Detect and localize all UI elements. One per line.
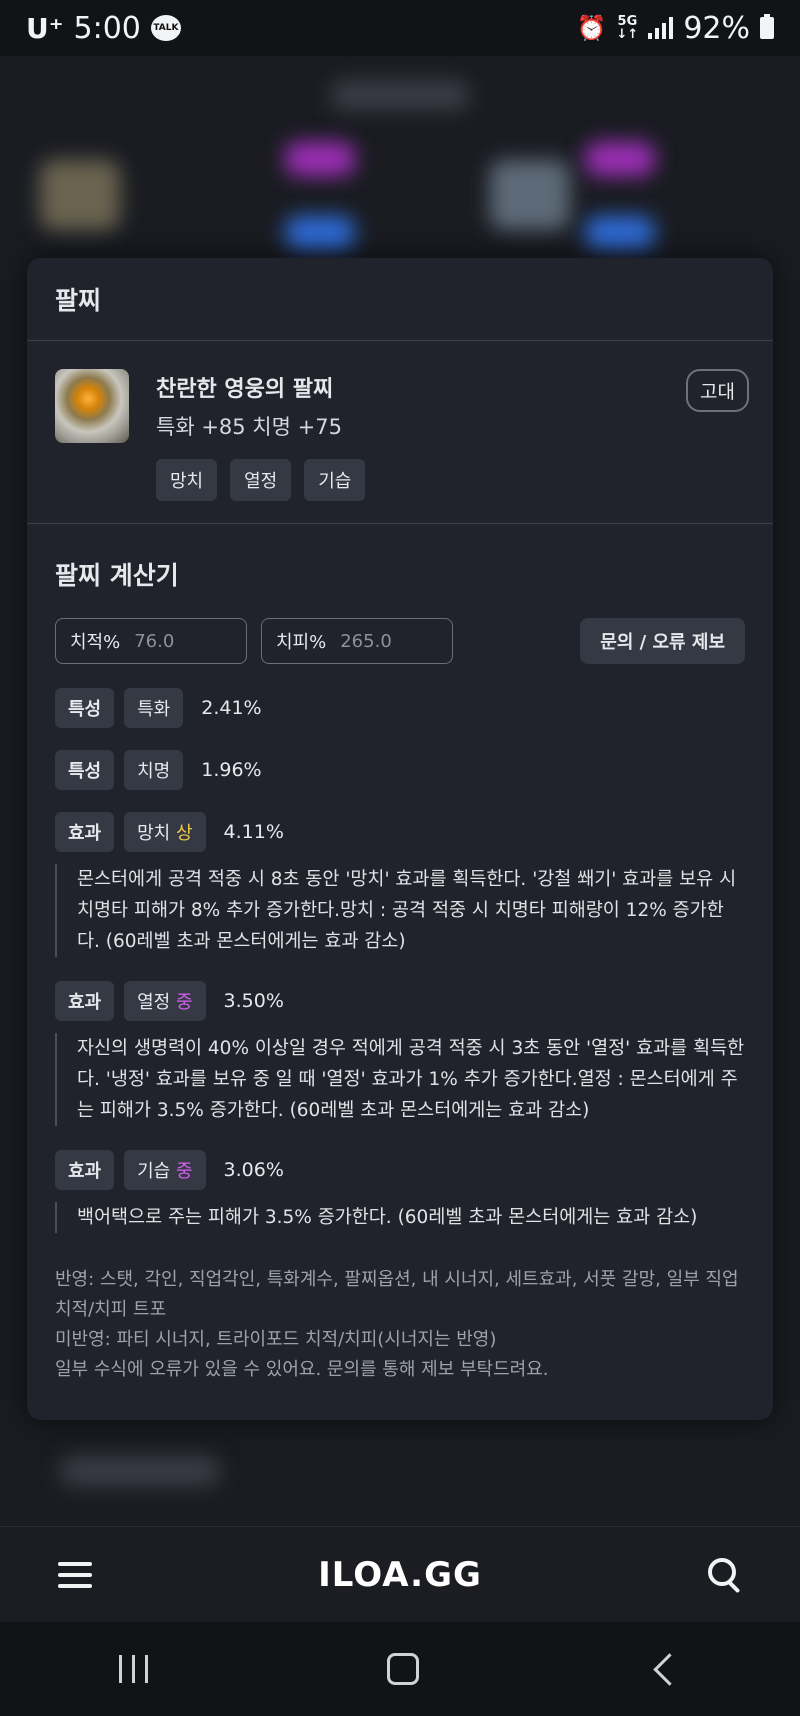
search-icon[interactable] xyxy=(708,1557,742,1593)
stat-row-crit: 특성 치명 1.96% xyxy=(55,750,745,790)
battery-percent: 92% xyxy=(683,10,750,46)
effect-description: 몬스터에게 공격 적중 시 8초 동안 '망치' 효과를 획득한다. '강철 쐐… xyxy=(55,864,745,957)
effect-row-passion: 효과 열정 중 3.50% xyxy=(55,981,745,1021)
row-kind: 특성 xyxy=(55,750,115,790)
app-bottom-bar: ILOA.GG xyxy=(0,1526,800,1622)
grade-mid: 중 xyxy=(175,992,193,1013)
blurred-title xyxy=(330,80,470,110)
item-name: 찬란한 영웅의 팔찌 xyxy=(156,377,334,402)
effect-chips: 망치 열정 기습 xyxy=(156,459,366,501)
blurred-badge xyxy=(285,216,355,250)
row-kind: 효과 xyxy=(55,1150,115,1190)
blurred-badge xyxy=(585,216,655,250)
modal-title: 팔찌 xyxy=(27,258,773,341)
home-icon[interactable] xyxy=(386,1653,419,1685)
item-summary: 찬란한 영웅의 팔찌 특화 +85 치명 +75 고대 망치 열정 기습 xyxy=(27,341,773,524)
crit-rate-label: 치적% xyxy=(70,632,121,653)
report-button[interactable]: 문의 / 오류 제보 xyxy=(580,618,745,664)
effect-chip: 열정 xyxy=(230,459,292,501)
android-nav-bar xyxy=(0,1622,800,1716)
row-name: 특화 xyxy=(124,688,184,728)
note-line: 미반영: 파티 시너지, 트라이포드 치적/치피(시너지는 반영) xyxy=(55,1329,497,1350)
effect-chip: 기습 xyxy=(304,459,366,501)
hamburger-menu-icon[interactable] xyxy=(58,1561,92,1588)
item-stats: 특화 +85 치명 +75 xyxy=(156,415,342,439)
row-name-with-grade: 망치 상 xyxy=(124,812,206,852)
calculator-title: 팔찌 계산기 xyxy=(55,561,179,590)
network-5g-icon: 5G ↓↑ xyxy=(617,15,639,41)
recent-apps-icon[interactable] xyxy=(119,1655,149,1683)
bracelet-modal: 팔찌 찬란한 영웅의 팔찌 특화 +85 치명 +75 고대 망치 열정 기습 … xyxy=(27,258,773,1420)
row-kind: 특성 xyxy=(55,688,115,728)
site-logo[interactable]: ILOA.GG xyxy=(318,1555,482,1595)
note-line: 일부 수식에 오류가 있을 수 있어요. 문의를 통해 제보 부탁드려요. xyxy=(55,1359,549,1380)
grade-mid: 중 xyxy=(175,1161,193,1182)
row-percent: 1.96% xyxy=(201,759,262,781)
effect-row-hammer: 효과 망치 상 4.11% xyxy=(55,812,745,852)
blurred-badge xyxy=(285,142,355,176)
row-name: 망치 xyxy=(137,823,171,844)
blurred-item-image xyxy=(490,160,570,230)
blurred-item-image xyxy=(40,160,120,230)
calculator-notes: 반영: 스탯, 각인, 직업각인, 특화계수, 팔찌옵션, 내 시너지, 세트효… xyxy=(55,1265,745,1385)
effect-row-ambush: 효과 기습 중 3.06% xyxy=(55,1150,745,1190)
row-name: 기습 xyxy=(137,1161,171,1182)
effect-description: 자신의 생명력이 40% 이상일 경우 적에게 공격 적중 시 3초 동안 '열… xyxy=(55,1033,745,1126)
network-arrows: ↓↑ xyxy=(616,27,639,42)
blurred-badge xyxy=(585,142,655,176)
clock: 5:00 xyxy=(73,10,141,46)
effect-chip: 망치 xyxy=(156,459,218,501)
signal-icon xyxy=(648,17,674,39)
crit-damage-value[interactable]: 265.0 xyxy=(340,631,392,652)
effect-description: 백어택으로 주는 피해가 3.5% 증가한다. (60레벨 초과 몬스터에게는 … xyxy=(55,1202,745,1233)
calculator-inputs: 치적% 76.0 치피% 265.0 문의 / 오류 제보 xyxy=(55,618,745,664)
blurred-text xyxy=(60,1456,220,1486)
grade-badge: 고대 xyxy=(686,369,749,412)
back-icon[interactable] xyxy=(652,1652,686,1686)
row-percent: 4.11% xyxy=(223,821,284,843)
crit-rate-value[interactable]: 76.0 xyxy=(134,631,174,652)
battery-icon xyxy=(760,14,774,39)
row-name: 치명 xyxy=(124,750,184,790)
crit-rate-input[interactable]: 치적% 76.0 xyxy=(55,618,247,664)
kakaotalk-icon: TALK xyxy=(150,15,181,41)
row-percent: 2.41% xyxy=(201,697,262,719)
note-line: 반영: 스탯, 각인, 직업각인, 특화계수, 팔찌옵션, 내 시너지, 세트효… xyxy=(55,1269,739,1320)
alarm-icon: ⏰ xyxy=(576,14,607,42)
bracelet-image xyxy=(55,369,129,443)
row-name: 열정 xyxy=(137,992,171,1013)
row-kind: 효과 xyxy=(55,812,115,852)
bracelet-calculator: 팔찌 계산기 치적% 76.0 치피% 265.0 문의 / 오류 제보 특성 … xyxy=(27,556,773,1385)
stat-row-specialization: 특성 특화 2.41% xyxy=(55,688,745,728)
carrier-label: U⁺ xyxy=(26,11,64,45)
row-percent: 3.50% xyxy=(223,990,284,1012)
grade-high: 상 xyxy=(175,823,193,844)
row-name-with-grade: 열정 중 xyxy=(124,981,206,1021)
crit-damage-input[interactable]: 치피% 265.0 xyxy=(261,618,453,664)
row-name-with-grade: 기습 중 xyxy=(124,1150,206,1190)
row-kind: 효과 xyxy=(55,981,115,1021)
status-bar: U⁺ 5:00 TALK ⏰ 5G ↓↑ 92% xyxy=(0,0,800,56)
row-percent: 3.06% xyxy=(223,1159,284,1181)
crit-damage-label: 치피% xyxy=(276,632,327,653)
